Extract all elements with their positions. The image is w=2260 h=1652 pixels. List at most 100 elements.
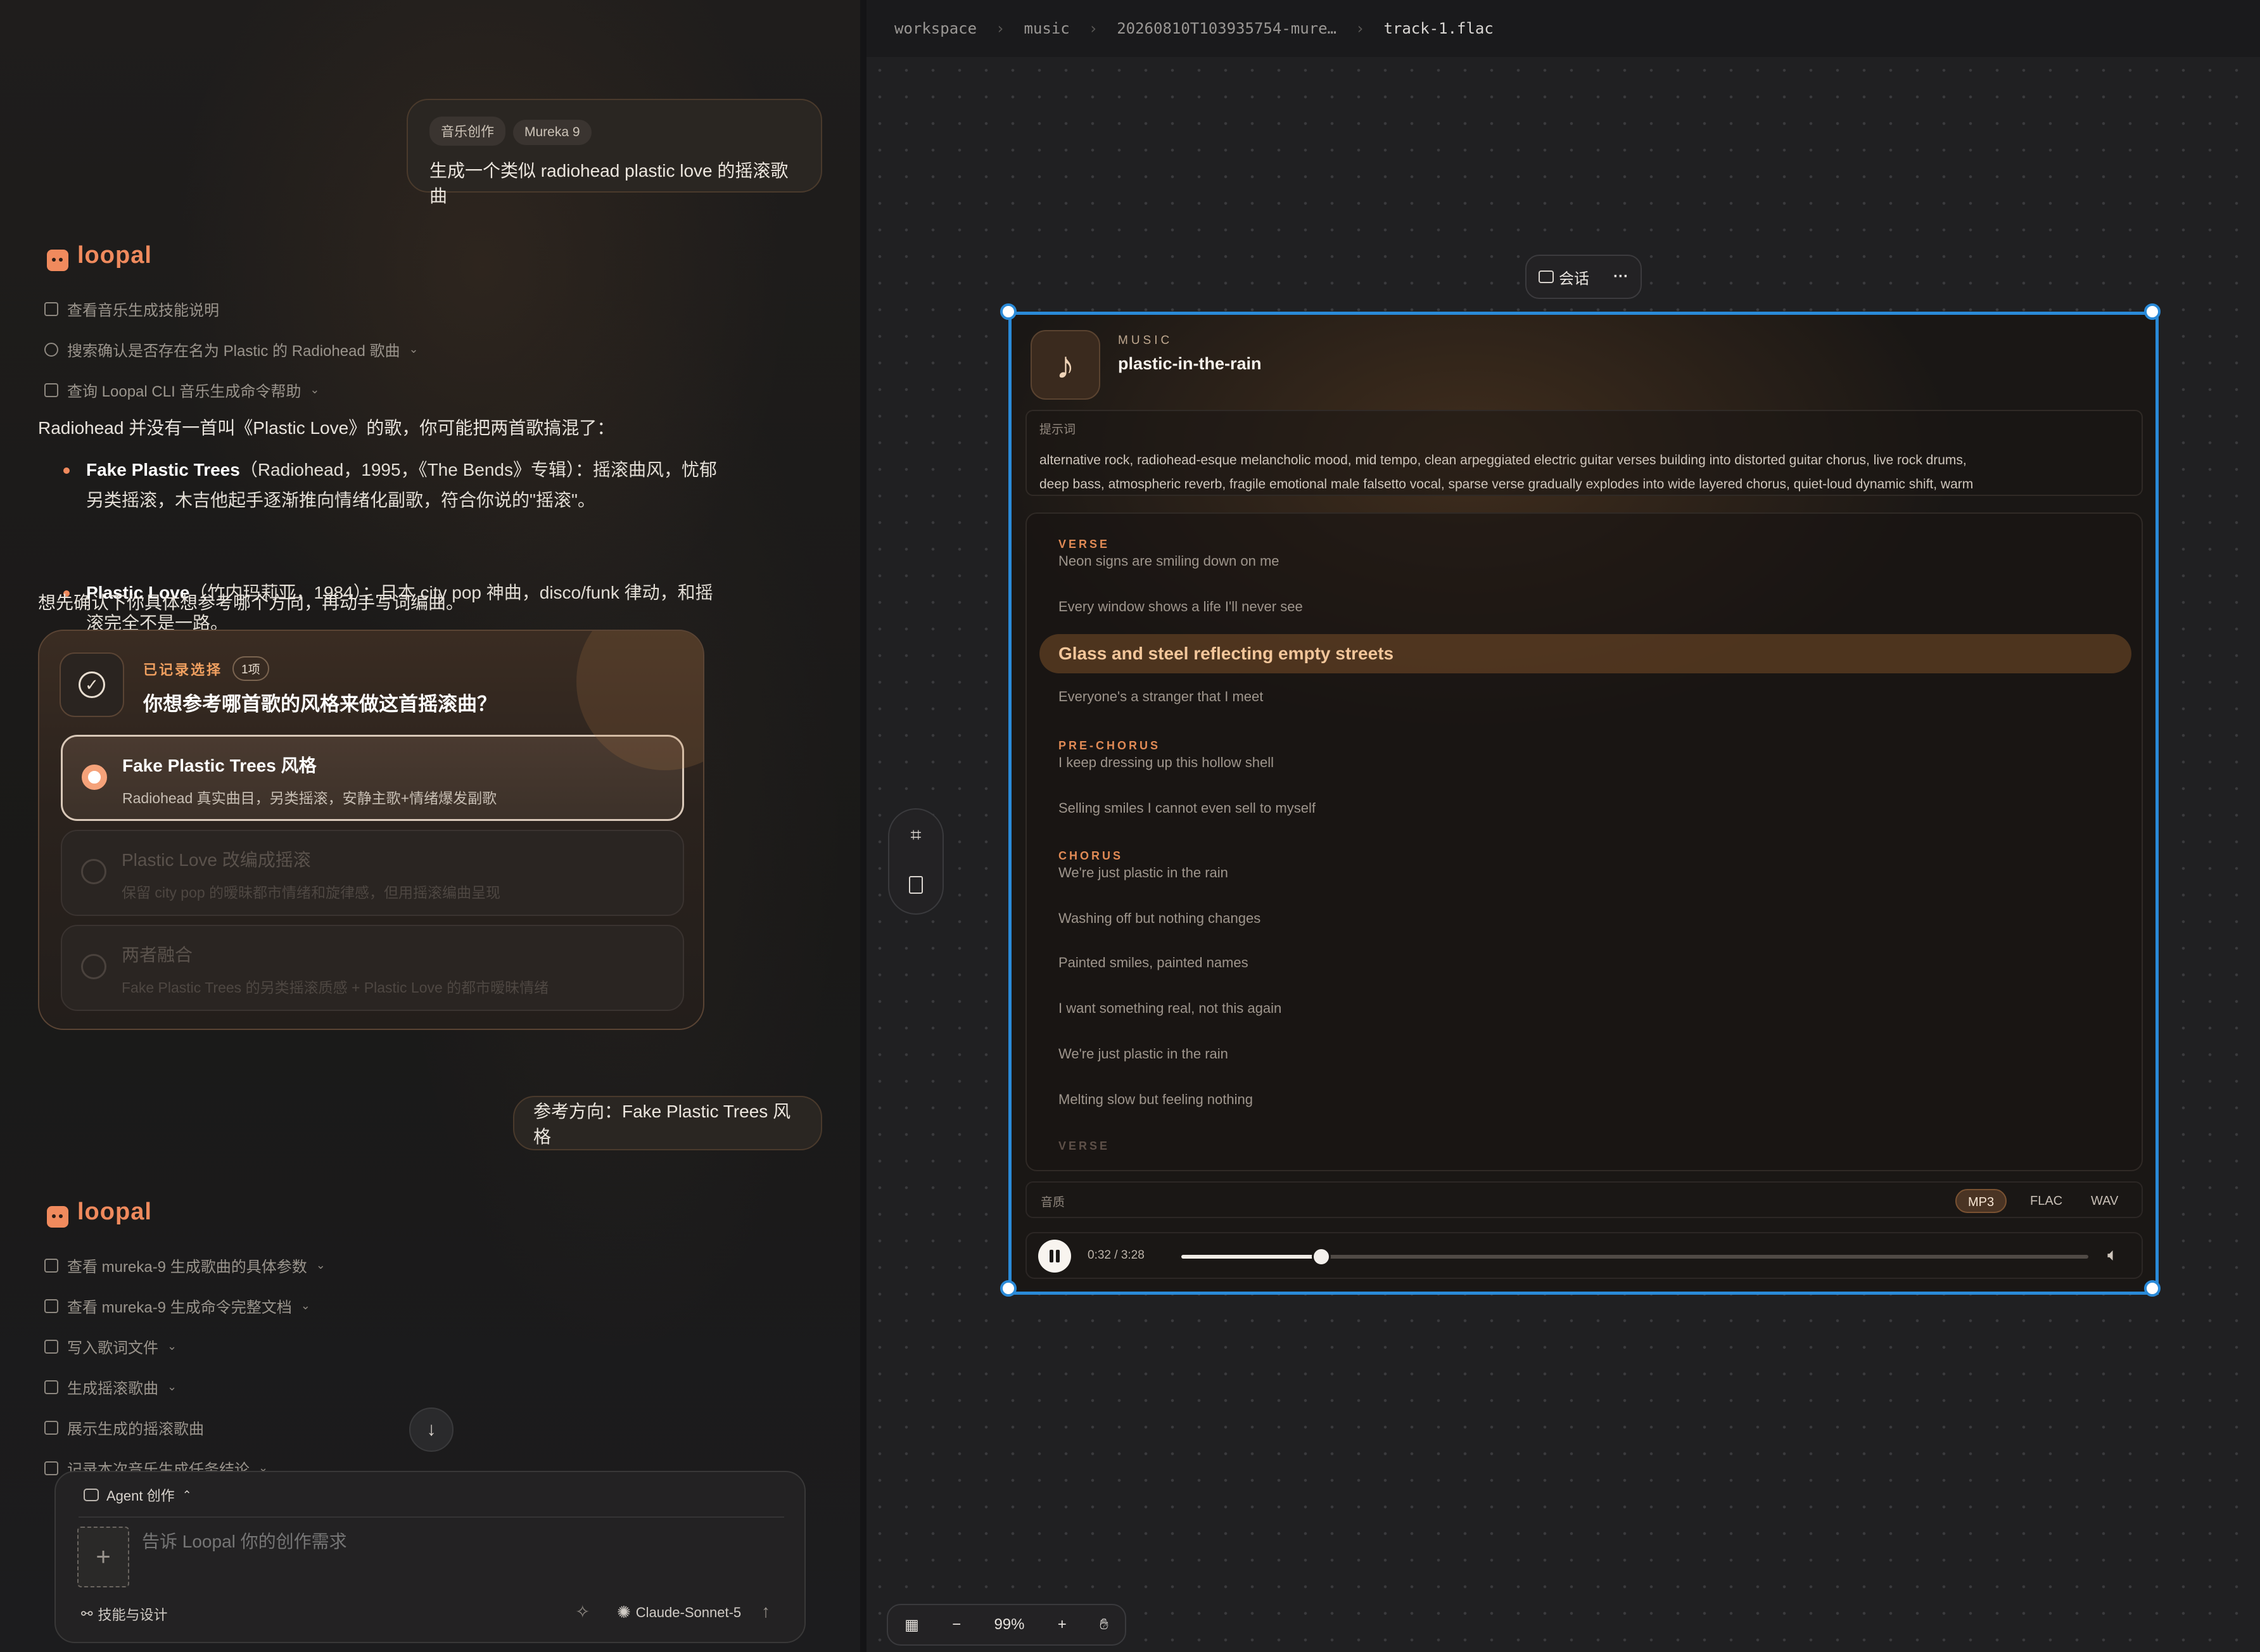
chat-node-button[interactable]: 会话 bbox=[1539, 266, 1589, 288]
skills-design-button[interactable]: ⚯ 技能与设计 bbox=[81, 1604, 167, 1624]
model-chip: Mureka 9 bbox=[513, 120, 592, 145]
volume-icon: 🔈︎ bbox=[2107, 1245, 2118, 1264]
resize-handle-top-left[interactable] bbox=[1000, 303, 1017, 320]
lyric-line[interactable]: Washing off but nothing changes bbox=[1058, 910, 1260, 927]
format-wav[interactable]: WAV bbox=[2079, 1189, 2130, 1213]
chevron-down-icon: ⌄ bbox=[167, 1340, 177, 1352]
progress-slider[interactable] bbox=[1181, 1247, 2088, 1266]
message-input[interactable] bbox=[142, 1528, 782, 1579]
progress-knob[interactable] bbox=[1311, 1247, 1331, 1266]
claude-icon: ✺ bbox=[617, 1603, 631, 1622]
brand-name: loopal bbox=[77, 242, 152, 269]
lyric-line[interactable]: Every window shows a life I'll never see bbox=[1058, 599, 1303, 615]
model-selector[interactable]: ✺ Claude-Sonnet-5 bbox=[617, 1603, 741, 1622]
chat-add-icon bbox=[1539, 270, 1554, 283]
assistant-answer-outro: 想先确认下你具体想参考哪个方向，再动手写词编曲。 bbox=[38, 593, 464, 613]
panel-divider[interactable] bbox=[860, 0, 867, 1652]
step-item[interactable]: 生成摇滚歌曲 ⌄ bbox=[44, 1376, 177, 1398]
arrow-down-icon: ↓ bbox=[426, 1419, 436, 1440]
terminal-icon bbox=[44, 1380, 58, 1394]
section-label: CHORUS bbox=[1058, 849, 1124, 862]
lyric-line[interactable]: Neon signs are smiling down on me bbox=[1058, 553, 1279, 569]
breadcrumb: workspace › music › 20260810T103935754-m… bbox=[867, 0, 2260, 57]
breadcrumb-item[interactable]: music bbox=[1024, 20, 1070, 37]
prompt-label: 提示词 bbox=[1039, 423, 1076, 436]
copy-icon bbox=[44, 1420, 58, 1435]
side-toolbar: ⌗ bbox=[888, 808, 944, 915]
file-button[interactable] bbox=[909, 875, 923, 899]
choice-count-badge: 1项 bbox=[232, 656, 269, 681]
user-message-text: 生成一个类似 radiohead plastic love 的摇滚歌曲 bbox=[429, 161, 789, 206]
assistant-logo: loopal bbox=[47, 1198, 152, 1228]
chevron-down-icon: ⌄ bbox=[300, 1299, 310, 1312]
book-icon bbox=[44, 302, 58, 316]
plus-icon: + bbox=[96, 1542, 111, 1571]
pause-button[interactable] bbox=[1038, 1240, 1071, 1273]
step-item[interactable]: 展示生成的摇滚歌曲 bbox=[44, 1416, 204, 1439]
format-mp3[interactable]: MP3 bbox=[1955, 1189, 2007, 1213]
lyric-line[interactable]: We're just plastic in the rain bbox=[1058, 865, 1228, 881]
bullet-text-cont: 另类摇滚，木吉他起手逐渐推向情绪化副歌，符合你说的"摇滚"。 bbox=[86, 490, 595, 510]
step-item[interactable]: 写入歌词文件 ⌄ bbox=[44, 1335, 177, 1357]
chevron-right-icon: › bbox=[996, 20, 1005, 37]
zoom-in-button[interactable]: + bbox=[1058, 1616, 1067, 1634]
pan-hand-button[interactable]: ✋︎ bbox=[1100, 1616, 1108, 1634]
breadcrumb-item[interactable]: 20260810T103935754-mure… bbox=[1117, 20, 1336, 37]
lyrics-panel[interactable]: VERSE Neon signs are smiling down on me … bbox=[1025, 512, 2143, 1171]
more-button[interactable]: ··· bbox=[1613, 268, 1628, 286]
step-item[interactable]: 查看 mureka-9 生成命令完整文档 ⌄ bbox=[44, 1295, 310, 1317]
lyric-line[interactable]: I want something real, not this again bbox=[1058, 1000, 1281, 1017]
zoom-level[interactable]: 99% bbox=[994, 1616, 1024, 1634]
step-item[interactable]: 搜索确认是否存在名为 Plastic 的 Radiohead 歌曲 ⌄ bbox=[44, 338, 419, 360]
file-icon bbox=[909, 875, 923, 894]
magic-wand-button[interactable]: ✧ bbox=[575, 1601, 590, 1622]
agent-mode-toggle[interactable]: Agent 创作 ⌃ bbox=[84, 1485, 192, 1505]
lyric-line-active[interactable]: Glass and steel reflecting empty streets bbox=[1039, 634, 2131, 673]
step-item[interactable]: 查看 mureka-9 生成歌曲的具体参数 ⌄ bbox=[44, 1254, 326, 1276]
zoom-out-button[interactable]: − bbox=[952, 1616, 961, 1634]
breadcrumb-item[interactable]: workspace bbox=[894, 20, 977, 37]
lyric-line[interactable]: Painted smiles, painted names bbox=[1058, 955, 1248, 971]
chevron-down-icon: ⌄ bbox=[315, 1259, 326, 1271]
terminal-icon bbox=[44, 383, 58, 397]
track-title: plastic-in-the-rain bbox=[1118, 354, 1262, 373]
volume-button[interactable]: 🔈︎ bbox=[2107, 1245, 2118, 1266]
chevron-right-icon: › bbox=[1088, 20, 1098, 37]
format-flac[interactable]: FLAC bbox=[2019, 1189, 2074, 1213]
step-item[interactable]: 查询 Loopal CLI 音乐生成命令帮助 ⌄ bbox=[44, 379, 320, 401]
section-label: VERSE bbox=[1058, 1140, 1110, 1152]
step-item[interactable]: 查看音乐生成技能说明 bbox=[44, 298, 219, 320]
bullet-title: Fake Plastic Trees bbox=[86, 460, 240, 480]
composer: Agent 创作 ⌃ + ⚯技能与设计 ✧ ✺Claude-Sonnet-5 ↑ bbox=[54, 1471, 806, 1643]
calendar-icon bbox=[44, 1461, 58, 1475]
resize-handle-top-right[interactable] bbox=[2144, 303, 2161, 320]
choice-question: 你想参考哪首歌的风格来做这首摇滚曲？ bbox=[143, 693, 497, 715]
scroll-to-bottom-button[interactable]: ↓ bbox=[409, 1407, 454, 1452]
breadcrumb-current: track-1.flac bbox=[1383, 20, 1494, 37]
resize-handle-bottom-right[interactable] bbox=[2144, 1280, 2161, 1297]
bullet-text: （Radiohead，1995，《The Bends》专辑）：摇滚曲风，忧郁 bbox=[239, 460, 717, 480]
lyric-line[interactable]: Selling smiles I cannot even sell to mys… bbox=[1058, 800, 1316, 816]
choice-option[interactable]: Plastic Love 改编成摇滚 保留 city pop 的暧昧都市情绪和旋… bbox=[61, 830, 684, 916]
lyric-line[interactable]: Melting slow but feeling nothing bbox=[1058, 1091, 1253, 1108]
link-icon: ⚯ bbox=[81, 1606, 93, 1622]
choice-option[interactable]: Fake Plastic Trees 风格 Radiohead 真实曲目，另类摇… bbox=[61, 735, 684, 821]
sparkle-icon: ✧ bbox=[575, 1602, 590, 1622]
music-note-icon: ♪ bbox=[1031, 330, 1100, 400]
music-player-node[interactable]: ♪ MUSIC plastic-in-the-rain 提示词 alternat… bbox=[1000, 303, 2161, 1297]
choice-option[interactable]: 两者融合 Fake Plastic Trees 的另类摇滚质感 + Plasti… bbox=[61, 925, 684, 1011]
time-display: 0:32 / 3:28 bbox=[1088, 1249, 1145, 1262]
lyric-line[interactable]: We're just plastic in the rain bbox=[1058, 1046, 1228, 1062]
chevron-right-icon: › bbox=[1355, 20, 1365, 37]
option-title: Fake Plastic Trees 风格 bbox=[122, 756, 317, 775]
grid-button[interactable]: ▦ bbox=[905, 1616, 919, 1634]
lyric-line[interactable]: I keep dressing up this hollow shell bbox=[1058, 754, 1274, 771]
scan-button[interactable]: ⌗ bbox=[911, 825, 922, 846]
zoom-toolbar: ▦ − 99% + ✋︎ bbox=[887, 1604, 1126, 1646]
lyric-line[interactable]: Everyone's a stranger that I meet bbox=[1058, 689, 1263, 705]
attach-button[interactable]: + bbox=[77, 1527, 129, 1587]
resize-handle-bottom-left[interactable] bbox=[1000, 1280, 1017, 1297]
skill-chip: 音乐创作 bbox=[429, 117, 505, 146]
terminal-icon bbox=[44, 1299, 58, 1313]
send-button[interactable]: ↑ bbox=[761, 1601, 770, 1622]
